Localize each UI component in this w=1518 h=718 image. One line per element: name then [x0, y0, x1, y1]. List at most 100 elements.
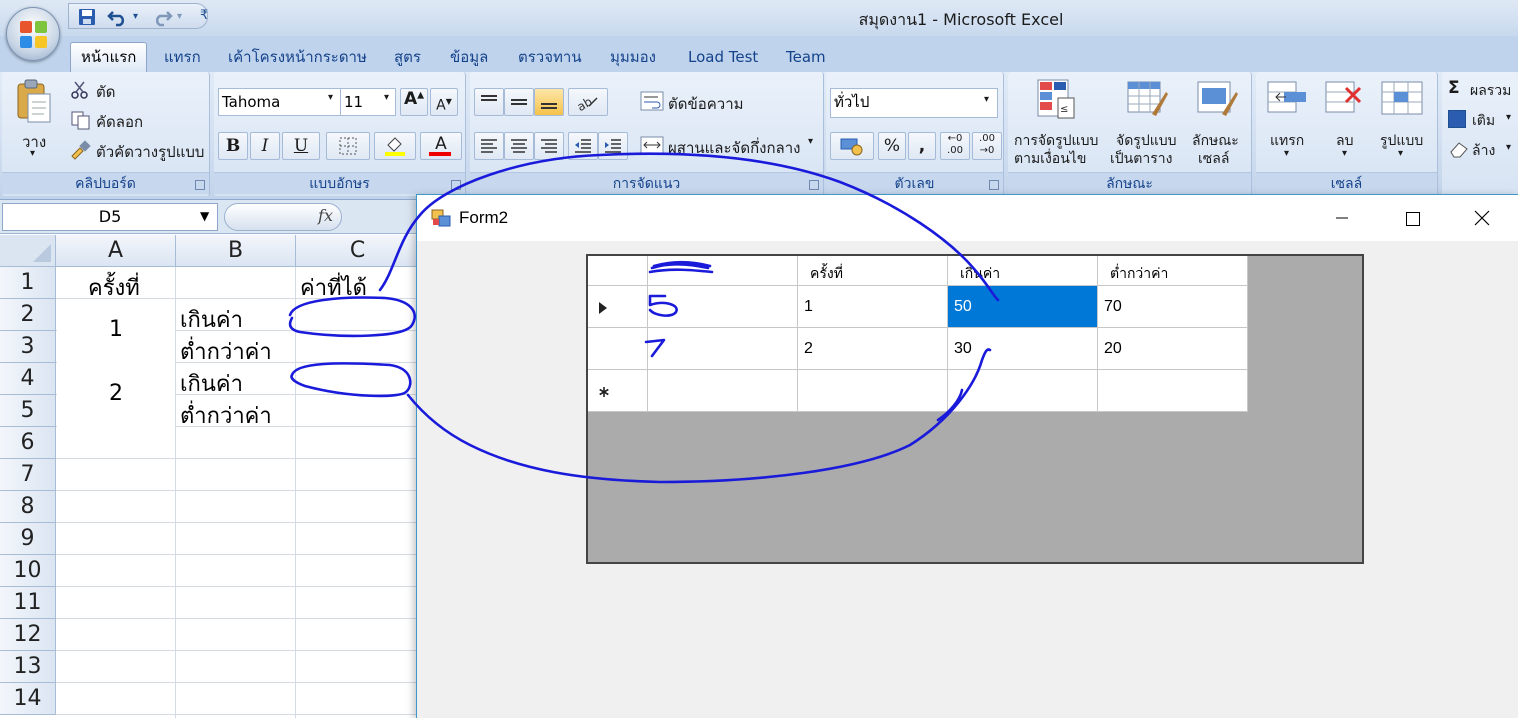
cell-c1[interactable]: ค่าที่ได้: [300, 270, 367, 305]
grid-row-header[interactable]: [588, 286, 648, 328]
decrease-decimal-icon[interactable]: .00 →0: [972, 132, 1002, 160]
dialog-launcher-icon[interactable]: [989, 180, 999, 190]
grid-column-header[interactable]: [648, 256, 798, 286]
grow-font-icon[interactable]: A▲: [400, 88, 428, 116]
grid-cell[interactable]: 30: [948, 328, 1098, 370]
insert-dropdown-icon[interactable]: ▾: [1284, 148, 1289, 159]
grid-column-header[interactable]: เกินค่า: [948, 256, 1098, 286]
cell-a1[interactable]: ครั้งที่: [88, 270, 140, 305]
close-icon[interactable]: [1447, 195, 1517, 241]
percent-button[interactable]: %: [878, 132, 906, 160]
grid-row-header[interactable]: [588, 370, 648, 412]
datagridview[interactable]: ครั้งที่ เกินค่า ต่ำกว่าค่า 1 50 70 2 30 20: [586, 254, 1364, 564]
maximize-icon[interactable]: [1377, 195, 1447, 241]
tab-team[interactable]: Team: [776, 46, 836, 72]
grid-cell[interactable]: 70: [1098, 286, 1248, 328]
grid-cell[interactable]: 1: [798, 286, 948, 328]
tab-view[interactable]: มุมมอง: [600, 46, 666, 72]
tab-insert[interactable]: แทรก: [154, 46, 211, 72]
wrap-text-button[interactable]: ตัดข้อความ: [668, 92, 744, 116]
scissors-icon[interactable]: [70, 80, 90, 104]
row-header[interactable]: 10: [0, 555, 56, 587]
copy-icon[interactable]: [70, 110, 92, 134]
paste-dropdown-icon[interactable]: ▾: [30, 148, 35, 159]
bold-button[interactable]: B: [218, 132, 248, 160]
cell-a2[interactable]: 1: [109, 317, 123, 342]
cell-styles-label-2[interactable]: เซลล์: [1198, 148, 1229, 170]
conditional-format-label-2[interactable]: ตามเงื่อนไข: [1014, 148, 1086, 170]
dialog-launcher-icon[interactable]: [451, 180, 461, 190]
paste-icon[interactable]: [14, 78, 54, 126]
grid-cell[interactable]: 50: [948, 286, 1098, 328]
orientation-icon[interactable]: ab: [568, 88, 608, 116]
column-header-b[interactable]: B: [176, 235, 296, 267]
grid-cell[interactable]: 20: [1098, 328, 1248, 370]
increase-indent-icon[interactable]: [598, 132, 628, 160]
format-table-icon[interactable]: [1126, 78, 1170, 124]
row-header[interactable]: 7: [0, 459, 56, 491]
dialog-launcher-icon[interactable]: [195, 180, 205, 190]
row-header[interactable]: 14: [0, 683, 56, 715]
grid-column-header[interactable]: ครั้งที่: [798, 256, 948, 286]
copy-button[interactable]: คัดลอก: [96, 110, 143, 134]
grid-column-header[interactable]: ต่ำกว่าค่า: [1098, 256, 1248, 286]
tab-review[interactable]: ตรวจทาน: [508, 46, 592, 72]
cell-b3[interactable]: ต่ำกว่าค่า: [180, 334, 272, 369]
cell-b4[interactable]: เกินค่า: [180, 366, 243, 401]
row-header[interactable]: 6: [0, 427, 56, 459]
align-center-icon[interactable]: [504, 132, 534, 160]
delete-cells-icon[interactable]: [1324, 78, 1368, 124]
underline-button[interactable]: U: [282, 132, 320, 160]
grid-cell[interactable]: [648, 370, 798, 412]
row-header[interactable]: 11: [0, 587, 56, 619]
conditional-format-icon[interactable]: ≤: [1036, 78, 1076, 124]
increase-decimal-icon[interactable]: ←0.00: [940, 132, 970, 160]
row-header[interactable]: 13: [0, 651, 56, 683]
tab-home[interactable]: หน้าแรก: [70, 42, 148, 72]
fill-button[interactable]: เติม: [1472, 110, 1495, 132]
column-header-c[interactable]: C: [296, 235, 420, 267]
number-format-dropdown-icon[interactable]: ▾: [984, 94, 989, 105]
fill-color-icon[interactable]: [374, 132, 416, 160]
row-header[interactable]: 9: [0, 523, 56, 555]
grid-cell[interactable]: [1098, 370, 1248, 412]
brush-icon[interactable]: [70, 140, 92, 164]
row-header[interactable]: 12: [0, 619, 56, 651]
row-header[interactable]: 8: [0, 491, 56, 523]
tab-formulas[interactable]: สูตร: [384, 46, 431, 72]
align-middle-icon[interactable]: [504, 88, 534, 116]
font-size-dropdown-icon[interactable]: ▾: [384, 92, 389, 103]
name-box[interactable]: D5: [2, 203, 218, 231]
font-name-dropdown-icon[interactable]: ▾: [328, 92, 333, 103]
dialog-launcher-icon[interactable]: [809, 180, 819, 190]
tab-data[interactable]: ข้อมูล: [440, 46, 498, 72]
borders-icon[interactable]: [326, 132, 370, 160]
decrease-indent-icon[interactable]: [568, 132, 598, 160]
grid-cell[interactable]: [948, 370, 1098, 412]
cell-styles-icon[interactable]: [1196, 78, 1240, 124]
delete-dropdown-icon[interactable]: ▾: [1342, 148, 1347, 159]
column-header-a[interactable]: A: [56, 235, 176, 267]
format-table-label-2[interactable]: เป็นตาราง: [1110, 148, 1172, 170]
align-right-icon[interactable]: [534, 132, 564, 160]
align-bottom-icon[interactable]: [534, 88, 564, 116]
tab-page-layout[interactable]: เค้าโครงหน้ากระดาษ: [218, 46, 377, 72]
fill-dropdown-icon[interactable]: ▾: [1506, 112, 1511, 123]
grid-cell[interactable]: [648, 328, 798, 370]
clear-dropdown-icon[interactable]: ▾: [1506, 142, 1511, 153]
align-left-icon[interactable]: [474, 132, 504, 160]
eraser-icon[interactable]: [1448, 140, 1470, 162]
autosum-button[interactable]: ผลรวม: [1470, 80, 1511, 102]
format-painter-button[interactable]: ตัวคัดวางรูปแบบ: [96, 140, 204, 164]
row-header[interactable]: 5: [0, 395, 56, 427]
insert-cells-icon[interactable]: [1266, 78, 1310, 124]
grid-cell[interactable]: [648, 286, 798, 328]
number-format-select[interactable]: ทั่วไป: [830, 88, 998, 118]
merge-center-button[interactable]: ผสานและจัดกึ่งกลาง: [668, 136, 801, 160]
insert-function-button[interactable]: fx: [224, 203, 342, 231]
office-button[interactable]: [6, 7, 60, 61]
name-box-dropdown-icon[interactable]: ▼: [200, 209, 209, 223]
cut-button[interactable]: ตัด: [96, 80, 115, 104]
row-header[interactable]: 2: [0, 299, 56, 331]
font-name-select[interactable]: Tahoma: [218, 88, 342, 116]
